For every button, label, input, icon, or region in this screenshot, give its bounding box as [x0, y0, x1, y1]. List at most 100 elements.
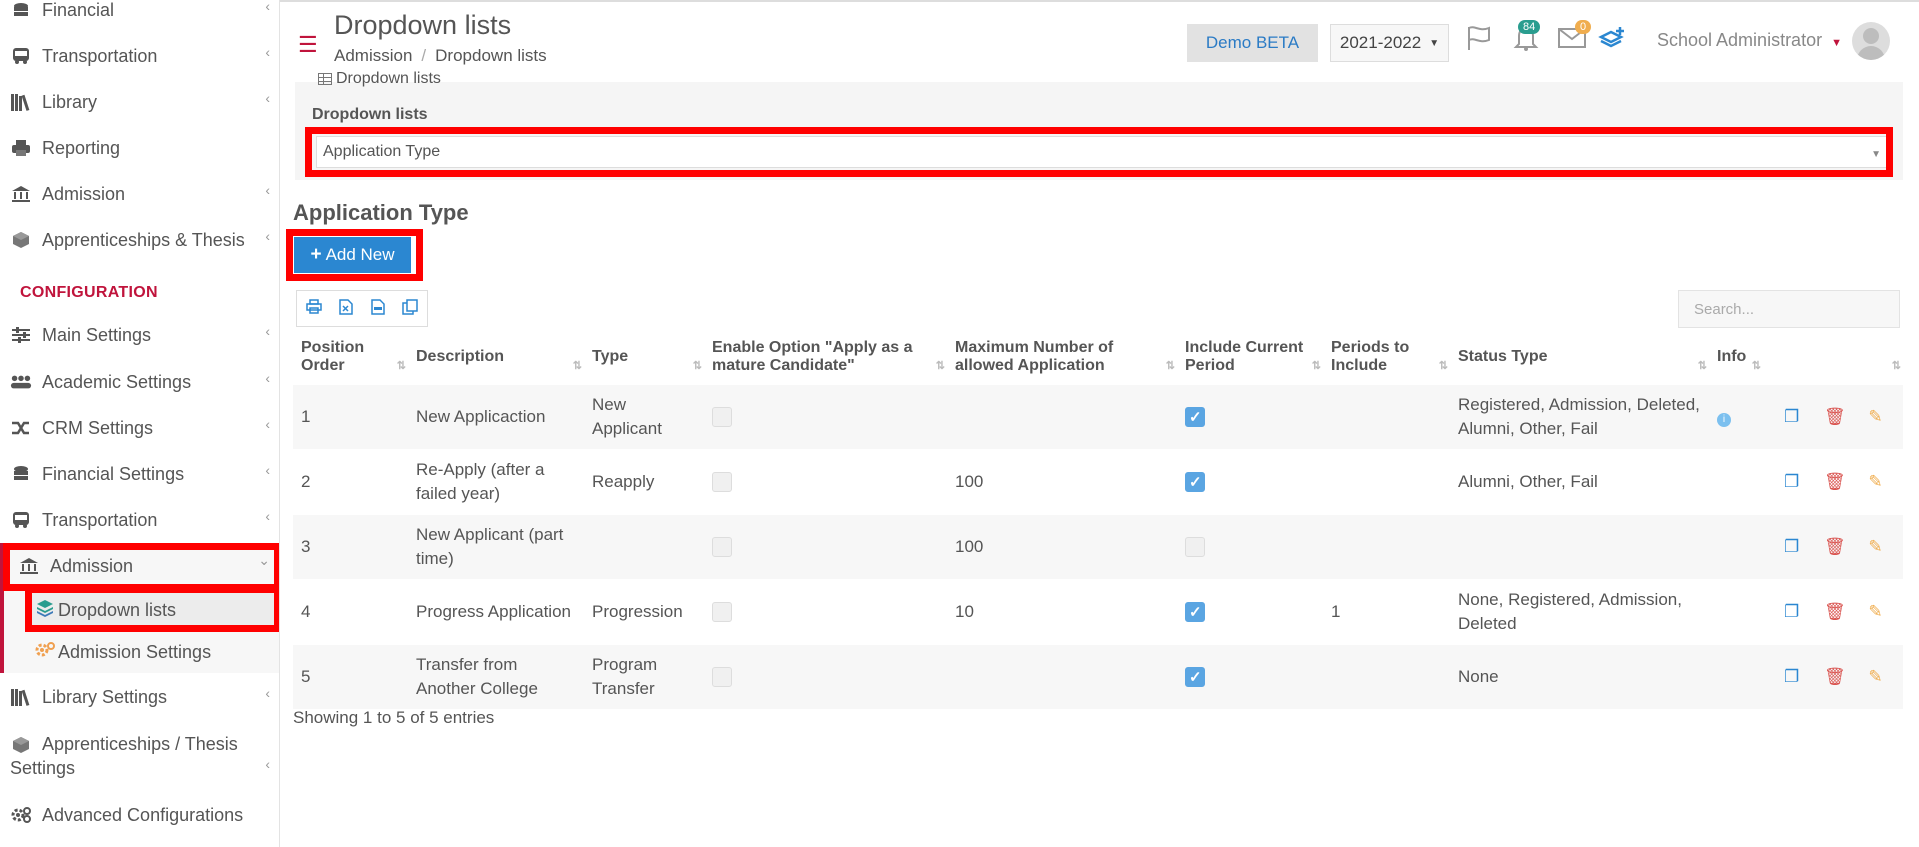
sidebar-item-apprenticeships[interactable]: Apprenticeships & Thesis ‹	[0, 220, 279, 260]
chevron-left-icon: ‹	[265, 508, 270, 524]
column-header-label: Maximum Number of allowed Application	[955, 338, 1114, 374]
mature-checkbox[interactable]	[712, 667, 732, 688]
cell-type	[584, 514, 704, 579]
current-period-checkbox[interactable]	[1185, 601, 1205, 625]
sort-icon: ⇅	[396, 359, 406, 372]
year-select[interactable]: 2021-2022 ▼	[1330, 24, 1449, 62]
cell-type: New Applicant	[592, 394, 662, 438]
edit-icon[interactable]: ✎	[1868, 407, 1882, 426]
sidebar-subitem-admission-settings[interactable]: Admission Settings	[34, 633, 279, 671]
edit-icon[interactable]: ✎	[1868, 667, 1882, 686]
demo-beta-button[interactable]: Demo BETA	[1187, 24, 1318, 62]
csv-icon[interactable]	[371, 298, 385, 319]
hamburger-menu-icon[interactable]: ☰	[298, 32, 318, 58]
shuffle-icon	[10, 417, 32, 439]
cell-actions: ❐ 🗑 ✎	[1763, 514, 1903, 579]
column-header-actions[interactable]: ⇅	[1763, 330, 1903, 384]
flag-icon[interactable]	[1465, 24, 1493, 59]
cell-mature	[704, 644, 947, 709]
sort-icon: ⇅	[1751, 359, 1761, 372]
mature-checkbox[interactable]	[712, 407, 732, 428]
copy-row-icon[interactable]: ❐	[1784, 407, 1799, 426]
coins-icon	[10, 0, 32, 21]
mature-checkbox[interactable]	[712, 602, 732, 623]
sidebar-item-library-settings[interactable]: Library Settings ‹	[0, 677, 279, 717]
copy-row-icon[interactable]: ❐	[1784, 472, 1799, 491]
mature-checkbox[interactable]	[712, 537, 732, 558]
print-icon[interactable]	[306, 298, 322, 319]
delete-icon[interactable]: 🗑	[1824, 602, 1846, 621]
edit-icon[interactable]: ✎	[1868, 537, 1882, 556]
copy-row-icon[interactable]: ❐	[1784, 667, 1799, 686]
copy-row-icon[interactable]: ❐	[1784, 537, 1799, 556]
edit-icon[interactable]: ✎	[1868, 602, 1882, 621]
sidebar-item-transportation-settings[interactable]: Transportation ‹	[0, 500, 279, 540]
column-header[interactable]: Description ⇅	[408, 330, 584, 384]
cell-actions: ❐ 🗑 ✎	[1763, 449, 1903, 514]
gears-icon	[10, 804, 32, 826]
column-header[interactable]: Status Type ⇅	[1450, 330, 1709, 384]
delete-icon[interactable]: 🗑	[1824, 472, 1846, 491]
column-header[interactable]: Include Current Period ⇅	[1177, 330, 1323, 384]
column-header-label: Enable Option "Apply as a mature Candida…	[712, 338, 913, 374]
mature-checkbox[interactable]	[712, 472, 732, 493]
info-icon[interactable]: i	[1717, 412, 1731, 427]
sidebar-item-transportation[interactable]: Transportation ‹	[0, 36, 279, 76]
edit-icon[interactable]: ✎	[1868, 472, 1882, 491]
cell-current	[1177, 449, 1323, 514]
column-header[interactable]: Periods to Include ⇅	[1323, 330, 1450, 384]
gear-icon	[34, 641, 56, 664]
column-header[interactable]: Enable Option "Apply as a mature Candida…	[704, 330, 947, 384]
column-header[interactable]: Type ⇅	[584, 330, 704, 384]
column-header[interactable]: Position Order ⇅	[293, 330, 408, 384]
breadcrumb: Admission / Dropdown lists	[334, 46, 547, 66]
breadcrumb-item[interactable]: Admission	[334, 46, 412, 65]
chevron-left-icon: ‹	[265, 685, 270, 701]
delete-icon[interactable]: 🗑	[1824, 407, 1846, 426]
section-title: Application Type	[293, 200, 469, 225]
cell-info: i	[1709, 514, 1763, 579]
sidebar-item-label: Apprenticeships / Thesis	[42, 734, 238, 754]
sort-icon: ⇅	[1697, 359, 1707, 372]
sidebar-item-admission[interactable]: Admission ‹	[0, 174, 279, 214]
sidebar-item-label: CRM Settings	[42, 417, 154, 438]
sidebar-item-library[interactable]: Library ‹	[0, 82, 279, 122]
sidebar-item-apprenticeships-settings[interactable]: Apprenticeships / Thesis Settings ‹	[0, 732, 279, 780]
sidebar-item-label: Admission	[42, 183, 126, 204]
sidebar-section-configuration: CONFIGURATION	[20, 284, 158, 301]
user-menu[interactable]: School Administrator ▼	[1657, 30, 1842, 51]
cell-description: Transfer from Another College	[416, 654, 538, 698]
delete-icon[interactable]: 🗑	[1824, 537, 1846, 556]
sidebar-item-advanced-configurations[interactable]: Advanced Configurations	[0, 795, 279, 835]
sidebar-item-financial-settings[interactable]: Financial Settings ‹	[0, 454, 279, 494]
sidebar-item-reporting[interactable]: Reporting	[0, 128, 279, 168]
current-period-checkbox[interactable]	[1185, 537, 1205, 558]
copy-row-icon[interactable]: ❐	[1784, 602, 1799, 621]
cell-mature	[704, 579, 947, 644]
cell-max	[947, 644, 1177, 709]
delete-icon[interactable]: 🗑	[1824, 667, 1846, 686]
copy-icon[interactable]	[402, 298, 418, 319]
sort-icon: ⇅	[1891, 359, 1901, 372]
current-period-checkbox[interactable]	[1185, 406, 1205, 430]
search-input[interactable]: Search...	[1678, 290, 1900, 328]
cell-description: Re-Apply (after a failed year)	[416, 459, 545, 503]
column-header[interactable]: Info ⇅	[1709, 330, 1763, 384]
sort-icon: ⇅	[1165, 359, 1175, 372]
sidebar-item-crm-settings[interactable]: CRM Settings ‹	[0, 408, 279, 448]
avatar[interactable]	[1852, 22, 1890, 60]
column-header-label: Info	[1717, 347, 1747, 365]
column-header[interactable]: Maximum Number of allowed Application ⇅	[947, 330, 1177, 384]
column-header-label: Periods to Include	[1331, 338, 1410, 374]
sidebar-item-academic-settings[interactable]: Academic Settings ‹	[0, 362, 279, 402]
sort-icon: ⇅	[572, 359, 582, 372]
sidebar-item-financial[interactable]: Financial ‹	[0, 0, 279, 30]
sidebar-item-main-settings[interactable]: Main Settings ‹	[0, 315, 279, 355]
sidebar-item-label: Reporting	[42, 137, 121, 158]
table-row: 5 Transfer from Another College Program …	[293, 644, 1903, 709]
bus-icon	[10, 45, 32, 67]
excel-icon[interactable]	[339, 298, 353, 319]
layers-add-icon[interactable]	[1598, 24, 1628, 59]
current-period-checkbox[interactable]	[1185, 471, 1205, 495]
current-period-checkbox[interactable]	[1185, 666, 1205, 690]
